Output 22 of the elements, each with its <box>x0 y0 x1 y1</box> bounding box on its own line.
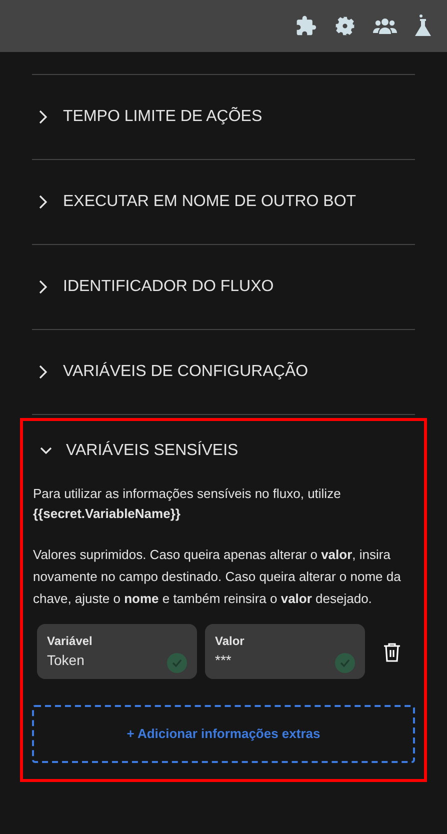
section-header[interactable]: EXECUTAR EM NOME DE OUTRO BOT <box>32 160 360 244</box>
intro-text: Para utilizar as informações sensíveis no fluxo, utilize <box>33 485 342 503</box>
section-header[interactable]: TEMPO LIMITE DE AÇÕES <box>32 75 266 159</box>
field-label: Variável <box>47 633 92 650</box>
section-header[interactable]: VARIÁVEIS SENSÍVEIS <box>23 418 254 484</box>
secret-syntax: {{secret.VariableName}} <box>33 505 182 523</box>
note-text: Valores suprimidos. Caso queira apenas alterar o valor, insira novamente no campo destinado. Caso queira alterar o nome da chave, ajuste o nome e também reinsira o valor desejado. <box>33 546 402 608</box>
section-header[interactable]: IDENTIFICADOR DO FLUXO <box>32 245 278 329</box>
text-field[interactable]: Variável Token <box>37 624 197 679</box>
text-field[interactable]: Valor *** <box>205 624 365 679</box>
check-icon <box>167 653 187 673</box>
add-extra-button[interactable]: + Adicionar informações extras <box>32 705 415 763</box>
field-value: Token <box>47 651 86 670</box>
users-icon[interactable] <box>373 16 397 36</box>
delete-icon[interactable] <box>383 642 401 662</box>
field-value: *** <box>215 651 232 670</box>
flask-icon[interactable] <box>414 14 432 38</box>
section-header[interactable]: VARIÁVEIS DE CONFIGURAÇÃO <box>32 330 312 414</box>
puzzle-icon[interactable] <box>295 15 317 37</box>
field-label: Valor <box>215 633 244 650</box>
check-icon <box>335 653 355 673</box>
settings-icon[interactable] <box>334 15 356 37</box>
